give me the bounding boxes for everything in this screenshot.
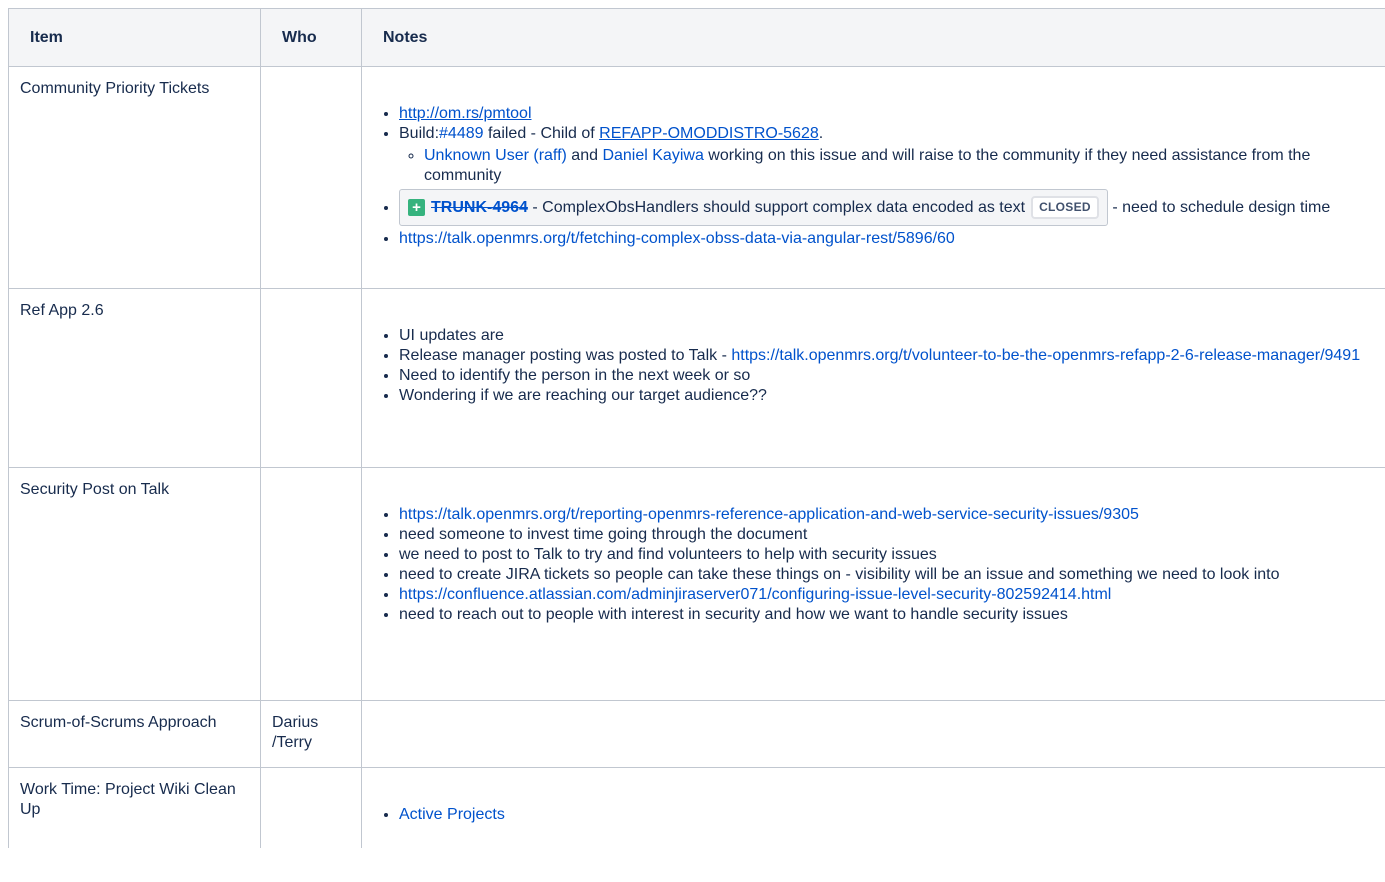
list-item: Active Projects	[399, 805, 1378, 825]
build-link[interactable]: #4489	[439, 125, 484, 142]
ticket-link[interactable]: REFAPP-OMODDISTRO-5628	[599, 125, 819, 142]
jira-summary: - ComplexObsHandlers should support comp…	[527, 198, 1026, 216]
list-item: need to reach out to people with interes…	[399, 605, 1378, 625]
list-item: https://talk.openmrs.org/t/reporting-ope…	[399, 505, 1378, 525]
who-cell	[260, 288, 362, 468]
agenda-table: Item Who Notes Community Priority Ticket…	[8, 8, 1385, 848]
security-talk-link[interactable]: https://talk.openmrs.org/t/reporting-ope…	[399, 506, 1139, 523]
build-label: Build:	[399, 125, 440, 142]
table-row: Security Post on Talk https://talk.openm…	[8, 467, 1385, 701]
item-cell: Work Time: Project Wiki Clean Up	[8, 767, 261, 848]
notes-cell: http://om.rs/pmtool Build:#4489 failed -…	[361, 66, 1385, 289]
header-who: Who	[260, 8, 362, 67]
list-item: https://confluence.atlassian.com/adminji…	[399, 585, 1378, 605]
confluence-link[interactable]: https://confluence.atlassian.com/adminji…	[399, 586, 1111, 603]
new-feature-icon: +	[408, 199, 425, 216]
jira-key-link[interactable]: TRUNK-4964	[431, 199, 528, 216]
table-row: Work Time: Project Wiki Clean Up Active …	[8, 767, 1385, 848]
list-item: Unknown User (raff) and Daniel Kayiwa wo…	[424, 146, 1378, 186]
build-text: failed - Child of	[483, 125, 600, 142]
build-end: .	[818, 125, 824, 142]
list-item: http://om.rs/pmtool	[399, 104, 1378, 124]
who-cell	[260, 66, 362, 289]
list-item: Need to identify the person in the next …	[399, 366, 1378, 386]
who-cell: Darius /Terry	[260, 700, 362, 768]
user-link-raff[interactable]: Unknown User (raff)	[424, 147, 567, 164]
header-row: Item Who Notes	[8, 8, 1385, 67]
notes-cell: https://talk.openmrs.org/t/reporting-ope…	[361, 467, 1385, 701]
notes-list: http://om.rs/pmtool Build:#4489 failed -…	[373, 104, 1378, 249]
and-text: and	[566, 147, 603, 164]
list-item: https://talk.openmrs.org/t/fetching-comp…	[399, 229, 1378, 249]
notes-cell: Active Projects	[361, 767, 1385, 848]
list-item: Release manager posting was posted to Ta…	[399, 346, 1378, 366]
talk-link[interactable]: https://talk.openmrs.org/t/fetching-comp…	[399, 230, 955, 247]
list-item: + TRUNK-4964 - ComplexObsHandlers should…	[399, 186, 1378, 229]
status-badge: CLOSED	[1031, 196, 1099, 219]
list-item: we need to post to Talk to try and find …	[399, 545, 1378, 565]
item-cell: Ref App 2.6	[8, 288, 261, 468]
item-cell: Scrum-of-Scrums Approach	[8, 700, 261, 768]
list-item: need to create JIRA tickets so people ca…	[399, 565, 1378, 585]
jira-after-text: - need to schedule design time	[1107, 199, 1331, 216]
list-item: need someone to invest time going throug…	[399, 525, 1378, 545]
release-text: Release manager posting was posted to Ta…	[399, 347, 732, 364]
table-row: Scrum-of-Scrums Approach Darius /Terry	[8, 700, 1385, 768]
table-row: Ref App 2.6 UI updates are Release manag…	[8, 288, 1385, 468]
sub-list: Unknown User (raff) and Daniel Kayiwa wo…	[399, 146, 1378, 186]
notes-cell	[361, 700, 1385, 768]
header-notes: Notes	[361, 8, 1385, 67]
list-item: Build:#4489 failed - Child of REFAPP-OMO…	[399, 124, 1378, 186]
notes-list: Active Projects	[373, 805, 1378, 825]
table-row: Community Priority Tickets http://om.rs/…	[8, 66, 1385, 289]
jira-issue-macro[interactable]: + TRUNK-4964 - ComplexObsHandlers should…	[399, 189, 1108, 226]
who-cell	[260, 767, 362, 848]
active-projects-link[interactable]: Active Projects	[399, 806, 505, 823]
list-item: Wondering if we are reaching our target …	[399, 386, 1378, 406]
notes-list: UI updates are Release manager posting w…	[373, 326, 1378, 406]
item-cell: Community Priority Tickets	[8, 66, 261, 289]
notes-list: https://talk.openmrs.org/t/reporting-ope…	[373, 505, 1378, 625]
who-cell	[260, 467, 362, 701]
item-cell: Security Post on Talk	[8, 467, 261, 701]
list-item: UI updates are	[399, 326, 1378, 346]
notes-cell: UI updates are Release manager posting w…	[361, 288, 1385, 468]
release-manager-link[interactable]: https://talk.openmrs.org/t/volunteer-to-…	[731, 347, 1360, 364]
user-link-daniel[interactable]: Daniel Kayiwa	[602, 147, 703, 164]
pmtool-link[interactable]: http://om.rs/pmtool	[399, 105, 532, 122]
header-item: Item	[8, 8, 261, 67]
